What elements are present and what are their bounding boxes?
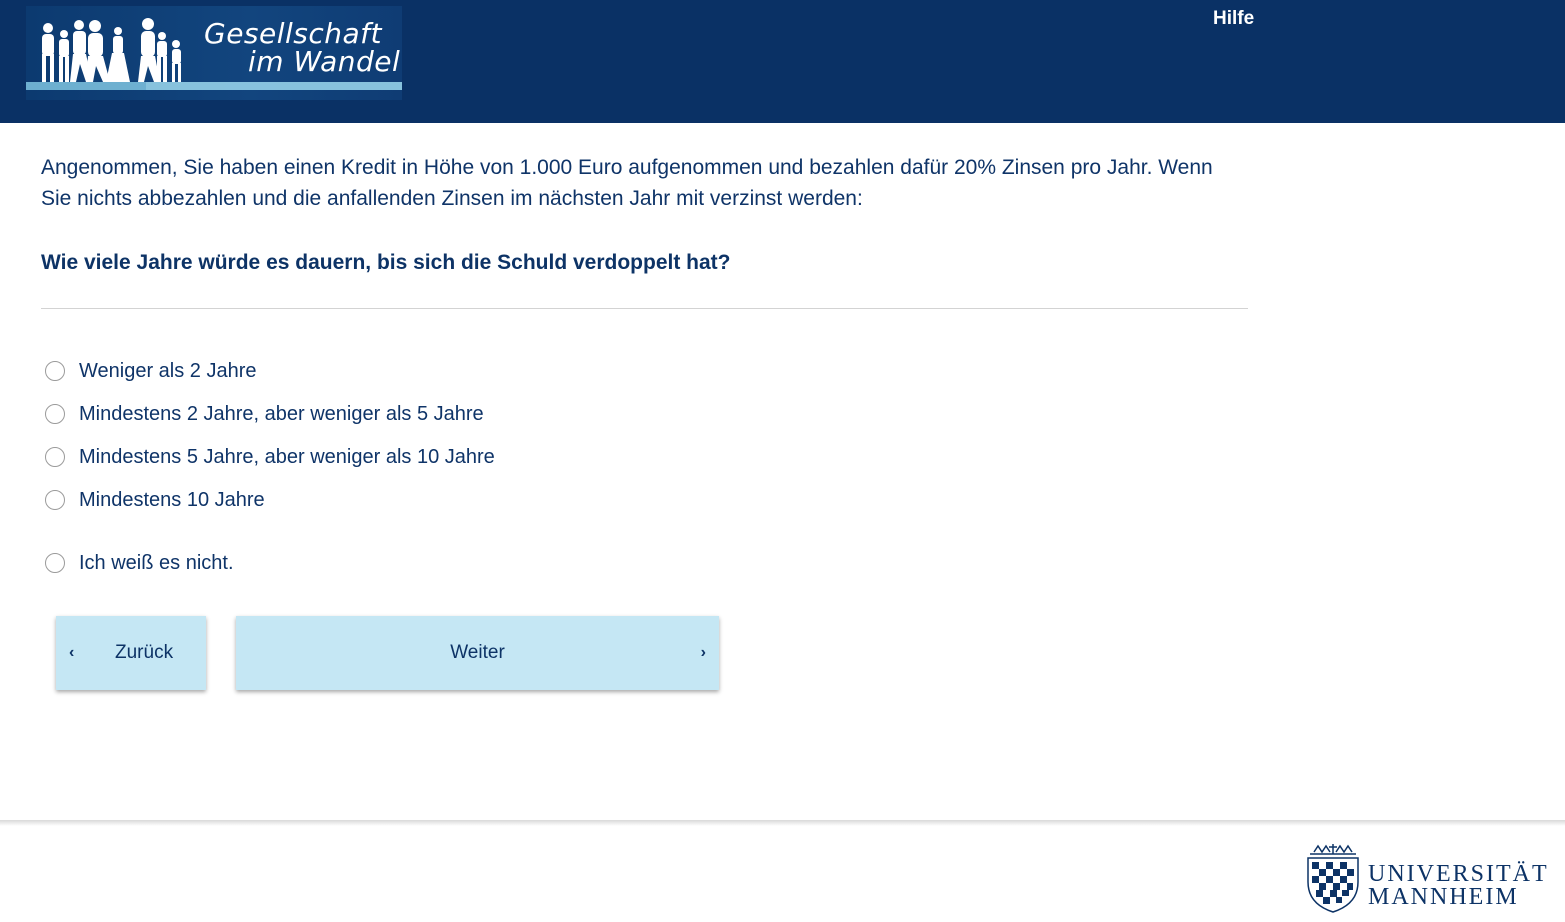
- next-button-label: Weiter: [450, 642, 505, 663]
- logo-line-2: im Wandel: [248, 45, 401, 78]
- answer-option-label[interactable]: Mindestens 10 Jahre: [79, 489, 265, 512]
- answer-option[interactable]: Mindestens 10 Jahre: [45, 487, 265, 513]
- answer-option-label[interactable]: Mindestens 5 Jahre, aber weniger als 10 …: [79, 446, 495, 469]
- answer-option[interactable]: Mindestens 2 Jahre, aber weniger als 5 J…: [45, 401, 484, 427]
- radio-button[interactable]: [45, 490, 65, 510]
- answer-option[interactable]: Mindestens 5 Jahre, aber weniger als 10 …: [45, 444, 495, 470]
- mannheim-crest-icon: [1307, 844, 1359, 913]
- chevron-left-icon: ‹: [69, 644, 75, 661]
- question-text: Wie viele Jahre würde es dauern, bis sic…: [41, 251, 731, 274]
- chevron-right-icon: ›: [700, 644, 706, 661]
- site-header: Gesellschaft im Wandel Hilfe: [0, 0, 1565, 123]
- logo-line-1: Gesellschaft: [204, 17, 383, 50]
- footer-divider: [0, 820, 1565, 826]
- answer-option[interactable]: Weniger als 2 Jahre: [45, 358, 257, 384]
- university-name-line-1: UNIVERSITÄT: [1368, 861, 1549, 887]
- question-intro: Angenommen, Sie haben einen Kredit in Hö…: [41, 156, 1213, 210]
- answer-option-dont-know[interactable]: Ich weiß es nicht.: [45, 550, 234, 576]
- help-link[interactable]: Hilfe: [1213, 8, 1254, 30]
- answer-option-label[interactable]: Weniger als 2 Jahre: [79, 360, 257, 383]
- back-button-label: Zurück: [115, 642, 174, 663]
- radio-button[interactable]: [45, 553, 65, 573]
- university-name-line-2: MANNHEIM: [1368, 884, 1519, 910]
- question-area: Angenommen, Sie haben einen Kredit in Hö…: [41, 152, 1248, 278]
- answer-option-label[interactable]: Ich weiß es nicht.: [79, 552, 234, 575]
- divider: [41, 308, 1248, 309]
- next-button[interactable]: Weiter ›: [236, 616, 719, 690]
- radio-button[interactable]: [45, 361, 65, 381]
- universitaet-mannheim-logo: UNIVERSITÄT MANNHEIM: [1300, 840, 1555, 916]
- gesellschaft-im-wandel-logo: Gesellschaft im Wandel: [26, 6, 402, 100]
- back-button[interactable]: ‹ Zurück: [56, 616, 206, 690]
- radio-button[interactable]: [45, 404, 65, 424]
- radio-button[interactable]: [45, 447, 65, 467]
- answer-option-label[interactable]: Mindestens 2 Jahre, aber weniger als 5 J…: [79, 403, 484, 426]
